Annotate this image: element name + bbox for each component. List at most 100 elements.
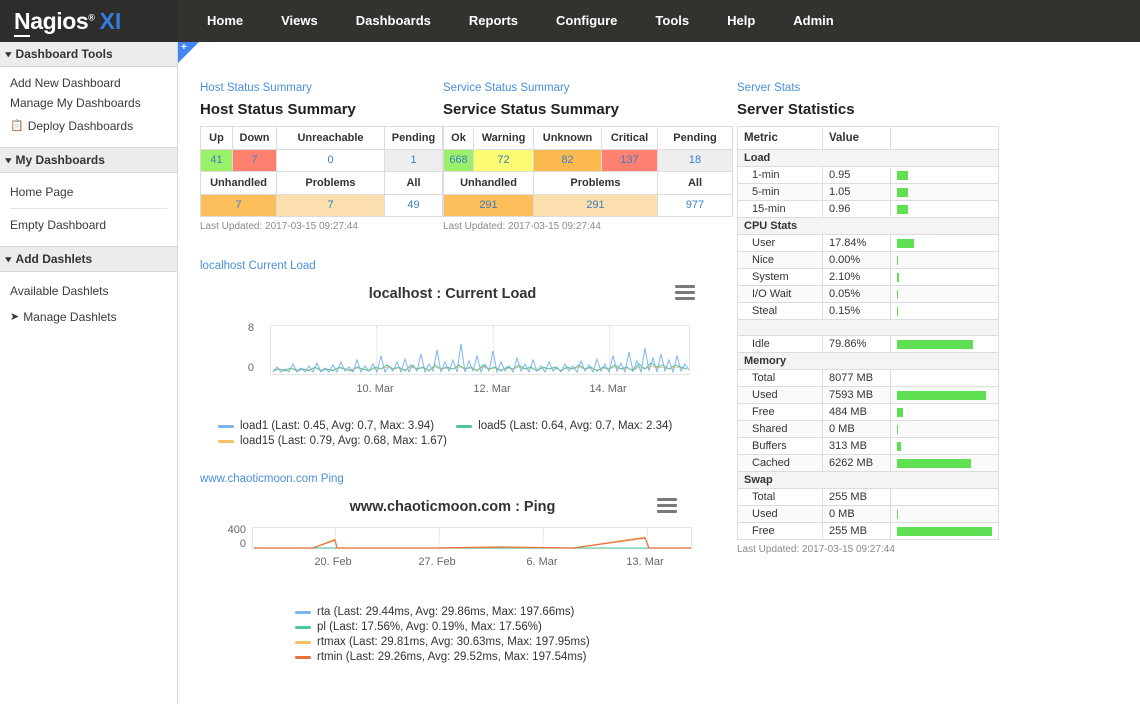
plus-icon[interactable]: + — [181, 43, 187, 53]
value-pending[interactable]: 1 — [385, 150, 442, 171]
col-up: Up — [200, 126, 233, 150]
table-row: Used 0 MB — [737, 505, 999, 523]
sidebar-item-manage-dashlets[interactable]: ➤ Manage Dashlets — [0, 304, 177, 330]
metric-value: 0 MB — [822, 505, 891, 523]
metric-value: 0.95 — [822, 166, 891, 184]
cell-all[interactable]: 977 — [657, 194, 733, 217]
metric-bar-cell — [890, 386, 999, 404]
host-status-table: Up Down Unreachable Pending 41 7 0 1 Unh… — [200, 126, 443, 217]
sidebar-section-add-dashlets[interactable]: ▾ Add Dashlets — [0, 246, 177, 272]
value-down[interactable]: 7 — [233, 150, 276, 171]
sidebar-section-dashboard-tools[interactable]: ▾ Dashboard Tools — [0, 42, 177, 67]
hamburger-icon[interactable] — [657, 498, 677, 516]
metric-value: 255 MB — [822, 488, 891, 506]
nav-item-tools[interactable]: Tools — [636, 0, 708, 42]
nav-item-dashboards[interactable]: Dashboards — [337, 0, 450, 42]
metric-bar-cell — [890, 369, 999, 387]
metric-name: Used — [737, 505, 823, 523]
table-row: Total 255 MB — [737, 488, 999, 506]
chart-2-plot: 400 0 20. Feb 27. Feb 6. Mar 13. Mar — [200, 518, 705, 580]
cell-unhandled[interactable]: 291 — [443, 194, 534, 217]
chart-2-ytick-min: 0 — [239, 538, 246, 550]
chart-2-dashlet-link[interactable]: www.chaoticmoon.com Ping — [200, 473, 443, 485]
value-unhandled[interactable]: 291 — [444, 195, 533, 216]
server-stats-dashlet-link[interactable]: Server Stats — [737, 82, 999, 94]
sidebar-item-home-page[interactable]: Home Page — [0, 179, 177, 205]
chart-2-ytick-max: 400 — [227, 524, 246, 536]
nav-item-views[interactable]: Views — [262, 0, 337, 42]
value-up[interactable]: 41 — [201, 150, 232, 171]
cell-unreachable[interactable]: 0 — [276, 149, 385, 172]
cell-up[interactable]: 41 — [200, 149, 233, 172]
value-critical[interactable]: 137 — [602, 150, 657, 171]
metric-value: 484 MB — [822, 403, 891, 421]
cell-problems[interactable]: 291 — [533, 194, 658, 217]
nav-item-admin[interactable]: Admin — [774, 0, 852, 42]
cell-pending[interactable]: 18 — [657, 149, 733, 172]
value-all[interactable]: 49 — [385, 195, 442, 216]
cell-all[interactable]: 49 — [384, 194, 443, 217]
value-problems[interactable]: 7 — [277, 195, 384, 216]
sidebar-item-available-dashlets[interactable]: Available Dashlets — [0, 278, 177, 304]
top-navigation-bar: Nagios® XI Home Views Dashboards Reports… — [0, 0, 1140, 42]
sidebar-item-add-new-dashboard[interactable]: Add New Dashboard — [0, 73, 177, 93]
chart-1-dashlet-link[interactable]: localhost Current Load — [200, 260, 443, 272]
sidebar-item-deploy-dashboards[interactable]: 📋 Deploy Dashboards — [0, 113, 177, 139]
sidebar-item-manage-my-dashboards[interactable]: Manage My Dashboards — [0, 93, 177, 113]
sidebar-item-label: Available Dashlets — [10, 284, 109, 298]
nav-item-help[interactable]: Help — [708, 0, 774, 42]
service-status-dashlet-link[interactable]: Service Status Summary — [443, 82, 733, 94]
server-stats-title: Server Statistics — [737, 101, 855, 118]
metric-bar-cell — [890, 437, 999, 455]
service-status-table: Ok Warning Unknown Critical Pending 668 … — [443, 126, 733, 217]
chart-1-xtick-2: 14. Mar — [589, 383, 627, 395]
value-unhandled[interactable]: 7 — [201, 195, 276, 216]
nav-item-reports[interactable]: Reports — [450, 0, 537, 42]
value-unknown[interactable]: 82 — [534, 150, 601, 171]
metric-name: 1-min — [737, 166, 823, 184]
cell-unknown[interactable]: 82 — [533, 149, 602, 172]
legend-swatch — [218, 424, 234, 428]
chart-2-title: www.chaoticmoon.com : Ping — [349, 499, 556, 515]
value-problems[interactable]: 291 — [534, 195, 657, 216]
value-warning[interactable]: 72 — [474, 150, 533, 171]
server-stats-group-row: Memory — [737, 352, 999, 370]
table-row: Cached 6262 MB — [737, 454, 999, 472]
cell-pending[interactable]: 1 — [384, 149, 443, 172]
chart-1-ytick-max: 8 — [247, 322, 254, 334]
table-row: 41 7 0 1 — [200, 149, 443, 172]
nav-item-home[interactable]: Home — [188, 0, 262, 42]
cell-warning[interactable]: 72 — [473, 149, 534, 172]
chart-2-xtick-1: 27. Feb — [418, 556, 456, 568]
legend-item-load1[interactable]: load1 (Last: 0.45, Avg: 0.7, Max: 3.94) — [218, 420, 434, 432]
table-header-row: Ok Warning Unknown Critical Pending — [443, 126, 733, 150]
cell-problems[interactable]: 7 — [276, 194, 385, 217]
table-row: Idle 79.86% — [737, 335, 999, 353]
cell-ok[interactable]: 668 — [443, 149, 474, 172]
metric-bar-cell — [890, 335, 999, 353]
brand-logo[interactable]: Nagios® XI — [0, 0, 178, 42]
sidebar-links-dashboard-tools: Add New Dashboard Manage My Dashboards 📋… — [0, 67, 177, 147]
metric-bar — [897, 407, 903, 417]
table-row: 15-min 0.96 — [737, 200, 999, 218]
col-metric: Metric — [737, 126, 823, 150]
host-status-dashlet-link[interactable]: Host Status Summary — [200, 82, 443, 94]
sidebar-section-my-dashboards[interactable]: ▾ My Dashboards — [0, 147, 177, 173]
metric-value: 0 MB — [822, 420, 891, 438]
nav-item-configure[interactable]: Configure — [537, 0, 636, 42]
cell-down[interactable]: 7 — [232, 149, 277, 172]
sidebar-item-empty-dashboard[interactable]: Empty Dashboard — [0, 212, 177, 238]
value-pending[interactable]: 18 — [658, 150, 732, 171]
col-all: All — [657, 171, 733, 195]
value-all[interactable]: 977 — [658, 195, 732, 216]
metric-name: I/O Wait — [737, 285, 823, 303]
metric-value: 0.00% — [822, 251, 891, 269]
chart-2-xtick-0: 20. Feb — [314, 556, 352, 568]
cell-unhandled[interactable]: 7 — [200, 194, 277, 217]
value-unreachable[interactable]: 0 — [277, 150, 384, 171]
metric-value: 7593 MB — [822, 386, 891, 404]
metric-value: 0.15% — [822, 302, 891, 320]
hamburger-icon[interactable] — [675, 285, 695, 303]
cell-critical[interactable]: 137 — [601, 149, 658, 172]
value-ok[interactable]: 668 — [444, 150, 473, 171]
